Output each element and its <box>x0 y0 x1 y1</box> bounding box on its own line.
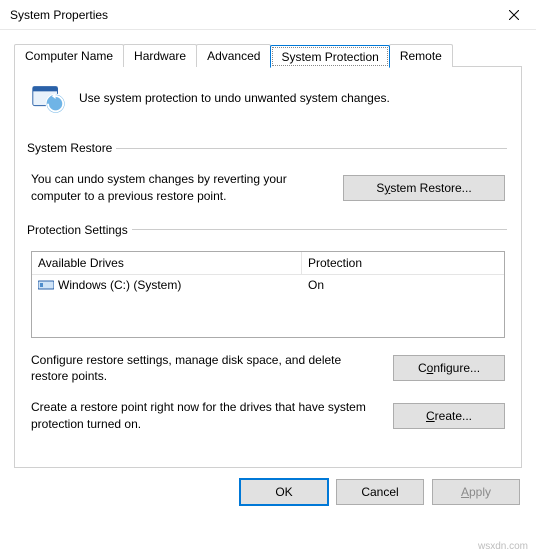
tab-computer-name[interactable]: Computer Name <box>14 44 124 67</box>
table-row[interactable]: Windows (C:) (System) On <box>32 275 504 295</box>
protection-settings-legend: Protection Settings <box>27 223 132 237</box>
ok-button[interactable]: OK <box>240 479 328 505</box>
dialog-button-row: OK Cancel Apply <box>0 469 536 505</box>
window-title: System Properties <box>10 8 108 22</box>
close-icon <box>509 10 519 20</box>
system-restore-text: You can undo system changes by reverting… <box>31 171 331 205</box>
tab-remote[interactable]: Remote <box>389 44 453 67</box>
create-button[interactable]: Create... <box>393 403 505 429</box>
create-text: Create a restore point right now for the… <box>31 399 381 433</box>
cancel-button[interactable]: Cancel <box>336 479 424 505</box>
protection-settings-group: Protection Settings Available Drives Pro… <box>29 223 507 433</box>
configure-text: Configure restore settings, manage disk … <box>31 352 381 386</box>
tab-advanced[interactable]: Advanced <box>196 44 271 67</box>
intro-row: Use system protection to undo unwanted s… <box>29 79 507 117</box>
col-protection[interactable]: Protection <box>302 252 504 275</box>
apply-button[interactable]: Apply <box>432 479 520 505</box>
titlebar: System Properties <box>0 0 536 30</box>
configure-button[interactable]: Configure... <box>393 355 505 381</box>
col-available-drives[interactable]: Available Drives <box>32 252 302 275</box>
close-button[interactable] <box>492 0 536 30</box>
system-protection-icon <box>29 79 67 117</box>
tab-strip: Computer Name Hardware Advanced System P… <box>14 44 536 67</box>
system-restore-button[interactable]: System Restore... <box>343 175 505 201</box>
tab-hardware[interactable]: Hardware <box>123 44 197 67</box>
drive-icon <box>38 279 54 291</box>
listview-body: Windows (C:) (System) On <box>32 275 504 337</box>
tab-system-protection[interactable]: System Protection <box>270 45 389 68</box>
watermark: wsxdn.com <box>478 541 528 552</box>
tab-panel-system-protection: Use system protection to undo unwanted s… <box>14 66 522 468</box>
cell-protection-status: On <box>302 275 504 295</box>
drives-listview[interactable]: Available Drives Protection Windows (C:)… <box>31 251 505 338</box>
cell-drive-name: Windows (C:) (System) <box>32 275 302 295</box>
listview-header: Available Drives Protection <box>32 252 504 275</box>
system-restore-group: System Restore You can undo system chang… <box>29 141 507 205</box>
system-restore-legend: System Restore <box>27 141 116 155</box>
intro-text: Use system protection to undo unwanted s… <box>79 91 390 105</box>
